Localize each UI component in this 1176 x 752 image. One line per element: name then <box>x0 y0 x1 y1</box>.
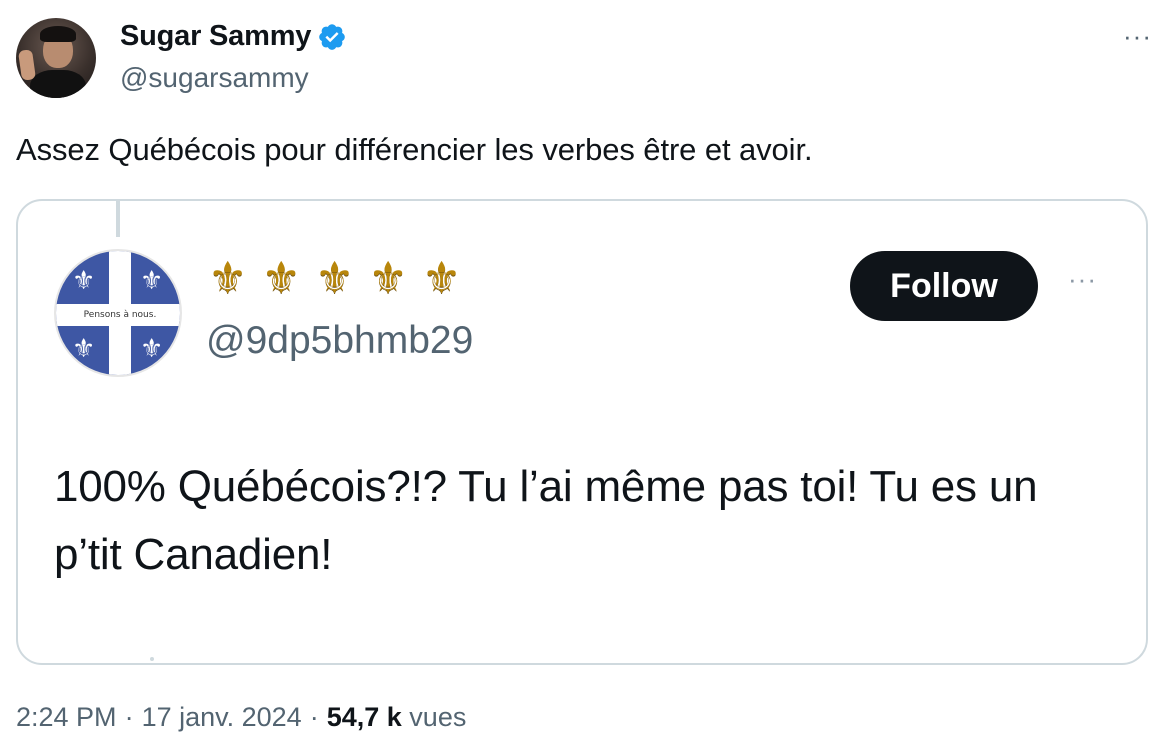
fleur-de-lis-icon: ⚜ <box>72 333 96 363</box>
avatar-motto: Pensons à nous. <box>83 310 157 320</box>
fleur-de-lis-icon: ⚜ <box>421 254 462 303</box>
tweet-text: Assez Québécois pour différencier les ve… <box>16 132 813 167</box>
quoted-avatar[interactable]: ⚜ ⚜ ⚜ ⚜ Pensons à nous. <box>54 249 182 377</box>
views-count[interactable]: 54,7 k <box>327 702 402 732</box>
avatar-hand <box>17 49 37 81</box>
fleur-de-lis-icon: ⚜ <box>72 265 96 295</box>
meta-separator: · <box>124 702 134 732</box>
more-options-icon[interactable]: ··· <box>1123 23 1152 49</box>
meta-separator: · <box>309 702 319 732</box>
tweet-date[interactable]: 17 janv. 2024 <box>142 702 302 733</box>
author-handle[interactable]: @sugarsammy <box>120 62 309 94</box>
quoted-display-name[interactable]: ⚜ ⚜ ⚜ ⚜ ⚜ <box>208 257 461 301</box>
fleur-de-lis-icon: ⚜ <box>314 254 355 303</box>
fleur-de-lis-icon: ⚜ <box>261 254 301 303</box>
fleur-de-lis-icon: ⚜ <box>140 265 164 295</box>
avatar-hair <box>40 26 76 42</box>
fleur-de-lis-icon: ⚜ <box>208 254 248 303</box>
fleur-de-lis-icon: ⚜ <box>140 333 164 363</box>
thread-dot <box>150 657 154 661</box>
tweet-time[interactable]: 2:24 PM <box>16 702 117 733</box>
quoted-handle[interactable]: @9dp5bhmb29 <box>206 319 473 363</box>
views-label: vues <box>409 702 467 732</box>
quoted-tweet-text: 100% Québécois?!? Tu l’ai même pas toi! … <box>54 462 1038 579</box>
author-avatar[interactable] <box>16 18 96 98</box>
verified-badge-icon[interactable] <box>317 22 347 52</box>
author-name-row: Sugar Sammy <box>120 20 347 53</box>
thread-line <box>116 201 120 237</box>
tweet-meta: 2:24 PM · 17 janv. 2024 · 54,7 k vues <box>16 702 466 733</box>
avatar-shirt <box>30 70 86 98</box>
follow-button[interactable]: Follow <box>850 251 1038 321</box>
quoted-more-options-icon[interactable]: ··· <box>1068 266 1097 292</box>
author-display-name[interactable]: Sugar Sammy <box>120 20 311 53</box>
quoted-tweet-card[interactable]: ⚜ ⚜ ⚜ ⚜ Pensons à nous. ⚜ ⚜ ⚜ ⚜ ⚜ @9dp5b… <box>16 199 1148 665</box>
fleur-de-lis-icon: ⚜ <box>368 254 408 303</box>
tweet: Sugar Sammy @sugarsammy ··· Assez Québéc… <box>0 0 1176 752</box>
